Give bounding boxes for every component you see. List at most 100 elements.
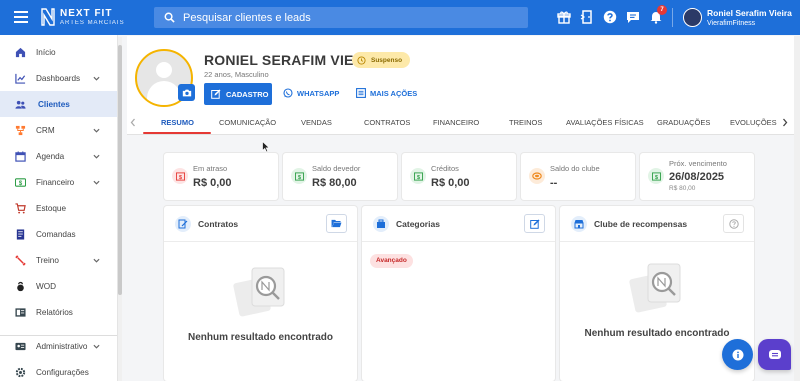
- notifications-button[interactable]: 7: [649, 5, 667, 24]
- main-scrollbar[interactable]: [794, 36, 800, 381]
- user-menu[interactable]: Roniel Serafim Vieira VierafimFitness: [707, 9, 792, 27]
- report-icon: [15, 307, 26, 317]
- stat-card-proximo-vencimento: $ Próx. vencimento 26/08/2025 R$ 80,00: [640, 153, 754, 200]
- search-bar[interactable]: [154, 7, 528, 28]
- sidebar-item-dashboards[interactable]: Dashboards: [0, 65, 117, 91]
- mais-acoes-label: MAIS AÇÕES: [370, 88, 418, 98]
- panel-title: Categorias: [396, 219, 440, 229]
- panel-divider: [164, 241, 357, 242]
- sidebar-item-financeiro[interactable]: $ Financeiro: [0, 169, 117, 195]
- help-icon: [728, 218, 739, 229]
- tab-graduacoes[interactable]: GRADUAÇÕES: [657, 118, 710, 127]
- chevron-right-icon[interactable]: [781, 118, 789, 127]
- whatsapp-label: WHATSAPP: [297, 88, 340, 98]
- sidebar-item-inicio[interactable]: Início: [0, 39, 117, 65]
- svg-text:$: $: [655, 174, 658, 180]
- empty-state-message: Nenhum resultado encontrado: [584, 328, 730, 339]
- sidebar-item-treino[interactable]: Treino: [0, 247, 117, 273]
- sidebar-item-administrativo[interactable]: Administrativo: [0, 333, 117, 359]
- chat-fab-button[interactable]: [758, 339, 791, 370]
- tab-evolucoes[interactable]: EVOLUÇÕES: [730, 118, 777, 127]
- open-contracts-button[interactable]: [326, 214, 347, 233]
- help-icon[interactable]: [603, 10, 617, 24]
- sidebar-item-estoque[interactable]: Estoque: [0, 195, 117, 221]
- sidebar-item-wod[interactable]: WOD: [0, 273, 117, 299]
- edit-categories-button[interactable]: [524, 214, 545, 233]
- money-icon: $: [15, 177, 26, 186]
- receipt-icon: [16, 228, 25, 240]
- empty-search-illustration: [233, 267, 285, 317]
- cadastro-label: CADASTRO: [226, 89, 269, 99]
- stat-extra-value: R$ 80,00: [669, 185, 696, 192]
- tab-comunicacao[interactable]: COMUNICAÇÃO: [219, 118, 276, 127]
- chevron-down-icon: [93, 76, 100, 81]
- panel-title: Clube de recompensas: [594, 219, 688, 229]
- notification-badge: 7: [657, 5, 667, 15]
- sidebar-item-agenda[interactable]: Agenda: [0, 143, 117, 169]
- sidebar-scroll-thumb[interactable]: [118, 45, 122, 295]
- top-header: NEXT FIT ARTES MARCIAIS 7 Roniel Serafim…: [0, 0, 800, 35]
- info-fab-button[interactable]: [722, 339, 753, 370]
- tab-treinos[interactable]: TREINOS: [509, 118, 542, 127]
- money-icon: $: [648, 168, 664, 184]
- category-chip[interactable]: Avançado: [370, 254, 413, 268]
- chat-icon[interactable]: [626, 10, 640, 24]
- header-divider: [672, 8, 673, 27]
- stat-value: R$ 80,00: [312, 177, 357, 189]
- panel-title: Contratos: [198, 219, 239, 229]
- panel-categorias: Categorias Avançado: [362, 206, 555, 381]
- stat-value: 26/08/2025: [669, 171, 725, 183]
- stat-label: Créditos: [431, 164, 459, 173]
- panel-contratos: Contratos Nenhum resultado encontrado: [164, 206, 357, 381]
- camera-icon: [182, 89, 191, 96]
- stat-label: Saldo devedor: [312, 164, 361, 173]
- search-input[interactable]: [183, 11, 513, 24]
- stat-value: --: [550, 177, 558, 189]
- list-icon: [356, 88, 366, 98]
- stat-value: R$ 0,00: [193, 177, 232, 189]
- money-icon: $: [291, 168, 307, 184]
- sidebar-item-label: Administrativo: [36, 341, 88, 351]
- sidebar-item-comandas[interactable]: Comandas: [0, 221, 117, 247]
- gift-icon[interactable]: [557, 10, 571, 24]
- tab-contratos[interactable]: CONTRATOS: [364, 118, 410, 127]
- brand-subtitle: ARTES MARCIAIS: [60, 19, 125, 26]
- sidebar-item-label: Início: [36, 47, 56, 57]
- chevron-down-icon: [93, 180, 100, 185]
- svg-text:$: $: [179, 174, 182, 180]
- gym-avatar[interactable]: [683, 8, 702, 27]
- menu-icon[interactable]: [14, 11, 28, 23]
- rewards-help-button[interactable]: [723, 214, 744, 233]
- chevron-down-icon: [93, 128, 100, 133]
- change-photo-button[interactable]: [178, 84, 195, 101]
- sidebar-item-label: Dashboards: [36, 73, 81, 83]
- tab-vendas[interactable]: VENDAS: [301, 118, 332, 127]
- sidebar-item-label: Agenda: [36, 151, 65, 161]
- stat-card-saldo-devedor: $ Saldo devedor R$ 80,00: [283, 153, 397, 200]
- sidebar-item-crm[interactable]: CRM: [0, 117, 117, 143]
- sidebar-item-label: Configurações: [36, 367, 89, 377]
- brand-logo[interactable]: NEXT FIT ARTES MARCIAIS: [40, 8, 125, 26]
- category-icon: [373, 216, 389, 232]
- tab-avaliacoes-fisicas[interactable]: AVALIAÇÕES FÍSICAS: [566, 118, 644, 127]
- tab-financeiro[interactable]: FINANCEIRO: [433, 118, 479, 127]
- sidebar-item-configuracoes[interactable]: Configurações: [0, 359, 117, 381]
- chevron-down-icon: [93, 344, 100, 349]
- money-icon: $: [172, 168, 188, 184]
- sidebar-item-label: Comandas: [36, 229, 76, 239]
- stat-label: Próx. vencimento: [669, 159, 727, 168]
- status-badge: Suspenso: [352, 52, 411, 68]
- cadastro-button[interactable]: CADASTRO: [204, 83, 272, 105]
- sidebar-item-label: Relatórios: [36, 307, 73, 317]
- mais-acoes-button[interactable]: MAIS AÇÕES: [356, 88, 417, 98]
- whatsapp-button[interactable]: WHATSAPP: [283, 88, 339, 98]
- clock-icon: [357, 55, 366, 65]
- sidebar-item-clientes[interactable]: Clientes: [0, 91, 117, 117]
- door-exit-icon[interactable]: [580, 10, 594, 24]
- chat-bubble-icon: [768, 349, 781, 359]
- chevron-left-icon[interactable]: [129, 118, 137, 127]
- sidebar-item-relatorios[interactable]: Relatórios: [0, 299, 117, 325]
- tab-resumo[interactable]: RESUMO: [161, 118, 194, 127]
- client-age-gender: 22 anos, Masculino: [204, 70, 269, 79]
- profile-tabs: RESUMO COMUNICAÇÃO VENDAS CONTRATOS FINA…: [127, 111, 798, 135]
